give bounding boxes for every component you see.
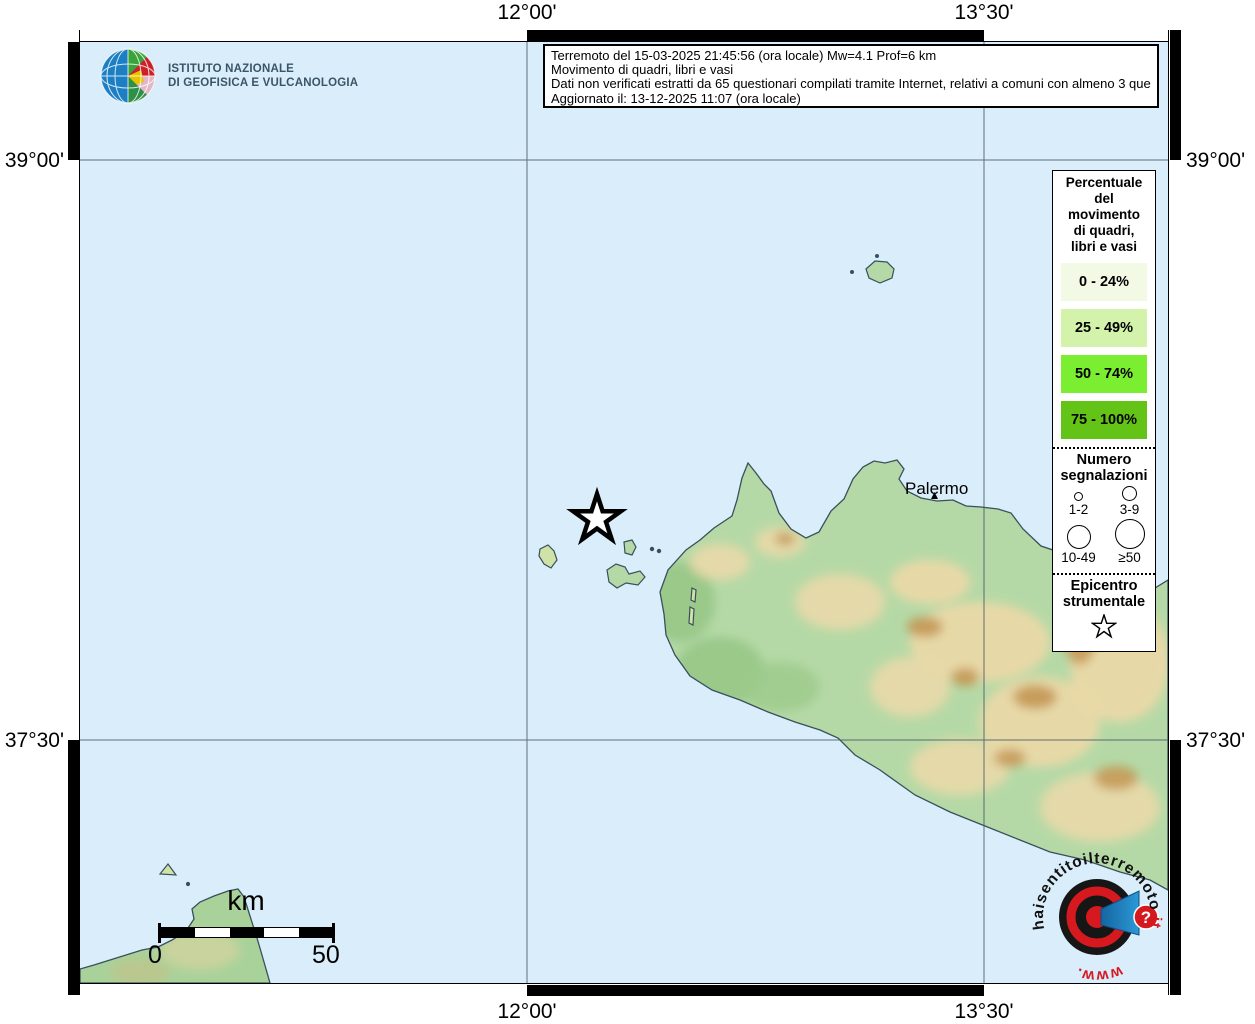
axis-label-top-lon1: 12°00' <box>467 1 587 25</box>
scale-start-label: 0 <box>148 941 162 970</box>
frame-segment <box>527 30 984 41</box>
axis-label-bottom-lon2: 13°30' <box>924 1000 1044 1024</box>
circle-icon-small <box>1074 492 1083 501</box>
scale-end-label: 50 <box>312 941 340 970</box>
palermo-label: Palermo <box>905 479 968 498</box>
islet <box>650 547 653 550</box>
legend-class-50-74: 50 - 74% <box>1061 355 1147 393</box>
watermark-logo: ? haisentitoilterremoto.it www. <box>1027 847 1167 992</box>
info-line-subject: Movimento di quadri, libri e vasi <box>551 63 1151 77</box>
legend-class-25-49: 25 - 49% <box>1061 309 1147 347</box>
frame-segment <box>1170 30 1181 160</box>
reports-size-1-2: 1-2 <box>1053 486 1104 517</box>
legend-title: Percentuale del movimento di quadri, lib… <box>1053 171 1155 255</box>
info-line-event: Terremoto del 15-03-2025 21:45:56 (ora l… <box>551 49 1151 63</box>
map-frame-top <box>80 30 1168 42</box>
axis-label-left-lat1: 39°00' <box>0 149 64 173</box>
ingv-logo: ISTITUTO NAZIONALE DI GEOFISICA E VULCAN… <box>98 46 358 106</box>
legend-panel: Percentuale del movimento di quadri, lib… <box>1052 170 1156 652</box>
ingv-globe-icon <box>98 46 158 106</box>
islet <box>876 255 879 258</box>
epicenter-star-legend-icon <box>1091 614 1117 640</box>
axis-label-left-lat2: 37°30' <box>0 729 64 753</box>
ingv-line1: ISTITUTO NAZIONALE <box>168 62 358 76</box>
map-frame-left <box>68 30 80 995</box>
frame-segment <box>68 740 79 995</box>
island-stagnone-2 <box>689 607 694 625</box>
reports-sizes: 1-2 3-9 10-49 ≥50 <box>1053 486 1155 565</box>
islet <box>851 271 854 274</box>
axis-label-top-lon2: 13°30' <box>924 1 1044 25</box>
epicenter-title: Epicentro strumentale <box>1053 575 1155 610</box>
reports-size-10-49: 10-49 <box>1053 519 1104 565</box>
axis-label-bottom-lon1: 12°00' <box>467 1000 587 1024</box>
circle-icon-large <box>1067 525 1091 549</box>
page: 12°00' 13°30' 12°00' 13°30' 39°00' 37°30… <box>0 0 1255 1024</box>
watermark-text-www: www. <box>1074 962 1126 984</box>
axis-label-right-lat2: 37°30' <box>1186 729 1245 753</box>
map-viewport: Palermo <box>80 42 1168 983</box>
reports-size-3-9: 3-9 <box>1104 486 1155 517</box>
scale-bar-segments <box>160 927 334 938</box>
info-box: Terremoto del 15-03-2025 21:45:56 (ora l… <box>543 44 1159 108</box>
reports-title: Numero segnalazioni <box>1053 449 1155 484</box>
scale-unit-label: km <box>206 885 286 917</box>
map-frame-bottom <box>80 983 1168 995</box>
frame-segment <box>1170 740 1181 995</box>
reports-size-50plus: ≥50 <box>1104 519 1155 565</box>
ingv-line2: DI GEOFISICA E VULCANOLOGIA <box>168 76 358 90</box>
frame-segment <box>527 985 984 996</box>
circle-icon-medium <box>1122 486 1137 501</box>
scale-bar: km 0 50 <box>140 885 370 965</box>
legend-class-75-100: 75 - 100% <box>1061 401 1147 439</box>
map-frame-right <box>1168 30 1180 995</box>
island-stagnone <box>691 588 696 602</box>
islet <box>657 549 660 552</box>
frame-segment <box>68 42 79 160</box>
legend-class-0-24: 0 - 24% <box>1061 263 1147 301</box>
axis-label-right-lat1: 39°00' <box>1186 149 1245 173</box>
info-line-updated: Aggiornato il: 13-12-2025 11:07 (ora loc… <box>551 92 1151 106</box>
circle-icon-xlarge <box>1115 519 1145 549</box>
map-canvas: Palermo <box>80 42 1168 983</box>
ingv-wordmark: ISTITUTO NAZIONALE DI GEOFISICA E VULCAN… <box>168 62 358 90</box>
haisentitoilterremoto-logo-icon: ? haisentitoilterremoto.it www. <box>1027 847 1167 987</box>
info-line-source: Dati non verificati estratti da 65 quest… <box>551 77 1151 91</box>
